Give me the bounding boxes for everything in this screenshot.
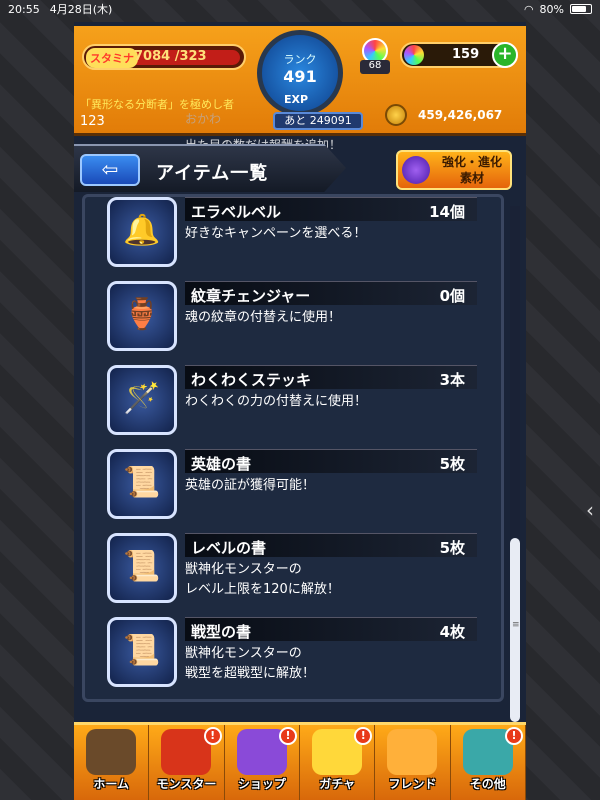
nav-label: モンスター <box>156 777 217 791</box>
friend-icon <box>387 729 438 775</box>
item-name-bar: 紋章チェンジャー 0個 <box>185 281 477 305</box>
orb-badge[interactable]: 68 <box>358 38 392 76</box>
item-row[interactable]: 🔔 エラベルベル 14個好きなキャンペーンを選べる！ <box>107 197 487 269</box>
gem-icon <box>404 45 424 65</box>
item-description: 英雄の証が獲得可能！ <box>185 478 316 493</box>
item-icon: 📜 <box>107 617 177 687</box>
alert-badge: ! <box>504 727 523 745</box>
item-name-bar: わくわくステッキ 3本 <box>185 365 477 389</box>
background-text-1: おかわ <box>185 112 222 126</box>
exp-label: EXP <box>284 93 309 106</box>
item-row[interactable]: 🪄 わくわくステッキ 3本わくわくの力の付替えに使用！ <box>107 365 487 437</box>
item-name-bar: 戦型の書 4枚 <box>185 617 477 641</box>
gold-coin-icon <box>385 104 407 126</box>
stamina-value: 7084 /323 <box>134 49 207 64</box>
status-date: 4月28日(木) <box>49 3 113 16</box>
status-time: 20:55 <box>8 2 40 16</box>
stamina-meter: スタミナ 7084 /323 <box>82 44 246 70</box>
item-row[interactable]: 📜 レベルの書 5枚獣神化モンスターの レベル上限を120に解放！ <box>107 533 487 605</box>
wifi-icon: ◠ <box>523 2 534 16</box>
item-quantity: 5枚 <box>439 455 465 473</box>
nav-friend-button[interactable]: フレンド <box>375 725 451 800</box>
item-icon: 📜 <box>107 449 177 519</box>
stamina-label: スタミナ <box>86 48 138 68</box>
item-name: 英雄の書 <box>191 455 252 473</box>
scroll-grip-icon: ≡ <box>512 620 520 630</box>
item-description: 魂の紋章の付替えに使用！ <box>185 310 342 325</box>
item-icon: 📜 <box>107 533 177 603</box>
alert-badge: ! <box>203 727 222 745</box>
evolve-materials-button[interactable]: 強化・進化 素材 <box>396 150 512 190</box>
item-name: レベルの書 <box>191 539 267 557</box>
item-name-bar: レベルの書 5枚 <box>185 533 477 557</box>
item-name: わくわくステッキ <box>191 371 312 389</box>
item-row[interactable]: 🏺 紋章チェンジャー 0個魂の紋章の付替えに使用！ <box>107 281 487 353</box>
nav-monster-button[interactable]: モンスター! <box>149 725 225 800</box>
item-row[interactable]: 📜 戦型の書 4枚獣神化モンスターの 戦型を超戦型に解放！ <box>107 617 487 689</box>
player-title: 「異形なる分断者」を極めし者 <box>80 98 234 111</box>
nav-home-button[interactable]: ホーム <box>74 725 150 800</box>
nav-label: ショップ <box>237 777 286 791</box>
alert-badge: ! <box>354 727 373 745</box>
nav-label: ホーム <box>93 777 129 791</box>
nav-label: ガチャ <box>319 777 356 791</box>
nav-label: その他 <box>469 777 506 791</box>
item-icon: 🔔 <box>107 197 177 267</box>
item-name-bar: 英雄の書 5枚 <box>185 449 477 473</box>
orb-badge-count: 68 <box>360 60 390 74</box>
item-list[interactable]: 🔔 エラベルベル 14個好きなキャンペーンを選べる！ 🏺 紋章チェンジャー 0個魂の紋章の… <box>82 194 504 702</box>
nav-shop-button[interactable]: ショップ! <box>225 725 300 800</box>
home-icon <box>86 729 136 775</box>
status-right: ◠ 80% <box>524 3 592 16</box>
item-description: 好きなキャンペーンを選べる！ <box>185 226 367 241</box>
item-name: 紋章チェンジャー <box>191 287 311 305</box>
item-icon: 🏺 <box>107 281 177 351</box>
item-name-bar: エラベルベル 14個 <box>185 197 477 221</box>
item-quantity: 3本 <box>439 371 465 389</box>
item-quantity: 0個 <box>439 287 465 305</box>
player-number: 123 <box>80 114 105 129</box>
page-title: アイテム一覧 <box>156 163 269 184</box>
battery-icon <box>570 4 592 14</box>
evolve-icon <box>402 156 430 184</box>
evolve-label: 強化・進化 素材 <box>441 155 502 185</box>
gem-count: 159 <box>452 47 480 62</box>
item-quantity: 5枚 <box>439 539 465 557</box>
item-description: 獣神化モンスターの 戦型を超戦型に解放！ <box>185 646 316 681</box>
add-gems-button[interactable]: + <box>492 42 518 68</box>
item-quantity: 4枚 <box>439 623 465 641</box>
status-bar: 20:55 4月28日(木) ◠ 80% <box>0 0 600 18</box>
side-chevron-icon[interactable]: ‹ <box>586 498 594 522</box>
bottom-nav: ホーム モンスター! ショップ! ガチャ! フレンド その他! <box>74 722 526 800</box>
scrollbar-thumb[interactable] <box>510 538 520 722</box>
item-name: 戦型の書 <box>191 623 252 641</box>
gold-amount: 459,426,067 <box>418 108 503 122</box>
battery-percent: 80% <box>539 2 564 16</box>
gem-counter[interactable]: 159 + <box>400 42 518 68</box>
item-description: わくわくの力の付替えに使用！ <box>185 394 368 409</box>
nav-gacha-button[interactable]: ガチャ! <box>300 725 376 800</box>
item-quantity: 14個 <box>429 203 465 221</box>
nav-label: フレンド <box>388 777 437 791</box>
rank-badge[interactable]: ランク 491 EXP <box>257 30 343 116</box>
item-row[interactable]: 📜 英雄の書 5枚英雄の証が獲得可能！ <box>107 449 487 521</box>
rank-label: ランク <box>283 53 317 66</box>
rank-value: 491 <box>283 67 317 86</box>
nav-other-button[interactable]: その他! <box>451 725 526 800</box>
item-description: 獣神化モンスターの レベル上限を120に解放！ <box>185 562 340 597</box>
back-button[interactable]: ⇦ <box>80 154 140 186</box>
exp-remaining: あと 249091 <box>273 112 363 130</box>
item-name: エラベルベル <box>191 203 282 221</box>
alert-badge: ! <box>278 727 297 745</box>
item-icon: 🪄 <box>107 365 177 435</box>
